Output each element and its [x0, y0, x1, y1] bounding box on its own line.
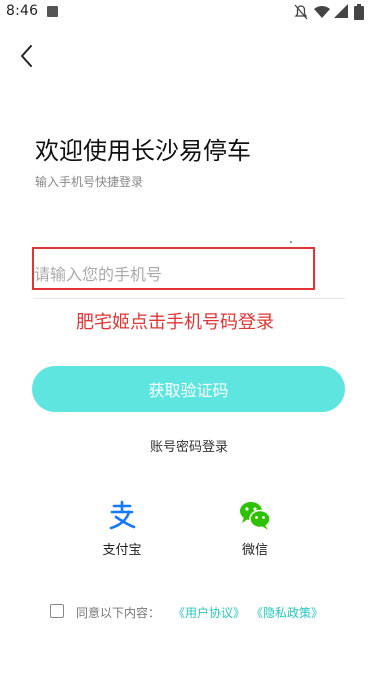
phone-input[interactable]: [34, 262, 334, 286]
signal-icon: [334, 4, 348, 18]
cursor-mark: [290, 241, 292, 243]
wechat-icon: [240, 502, 271, 530]
app-notification-icon: [47, 6, 58, 17]
chevron-left-icon: [21, 45, 32, 67]
alipay-label: 支付宝: [102, 543, 142, 558]
get-code-button[interactable]: 获取验证码: [32, 366, 345, 412]
annotation-text: 肥宅姬点击手机号码登录: [76, 312, 274, 333]
status-bar: 8:46: [0, 0, 378, 24]
privacy-policy-link[interactable]: 《隐私政策》: [251, 604, 323, 621]
battery-icon: [354, 4, 364, 20]
alipay-icon: [109, 500, 136, 530]
alipay-login-button[interactable]: 支付宝: [82, 498, 162, 558]
wechat-label: 微信: [241, 543, 268, 558]
wechat-login-button[interactable]: 微信: [215, 498, 295, 558]
agree-checkbox[interactable]: [50, 604, 64, 618]
mute-icon: [294, 4, 308, 20]
back-button[interactable]: [14, 42, 42, 70]
status-time: 8:46: [6, 3, 39, 19]
page-title: 欢迎使用长沙易停车: [35, 137, 251, 165]
user-agreement-link[interactable]: 《用户协议》: [173, 604, 245, 621]
input-underline: [34, 298, 345, 299]
wifi-icon: [314, 6, 330, 18]
status-icons: [292, 4, 372, 20]
page-subtitle: 输入手机号快捷登录: [35, 175, 144, 189]
agreement-text: 同意以下内容：: [76, 606, 161, 620]
password-login-link[interactable]: 账号密码登录: [0, 436, 378, 455]
